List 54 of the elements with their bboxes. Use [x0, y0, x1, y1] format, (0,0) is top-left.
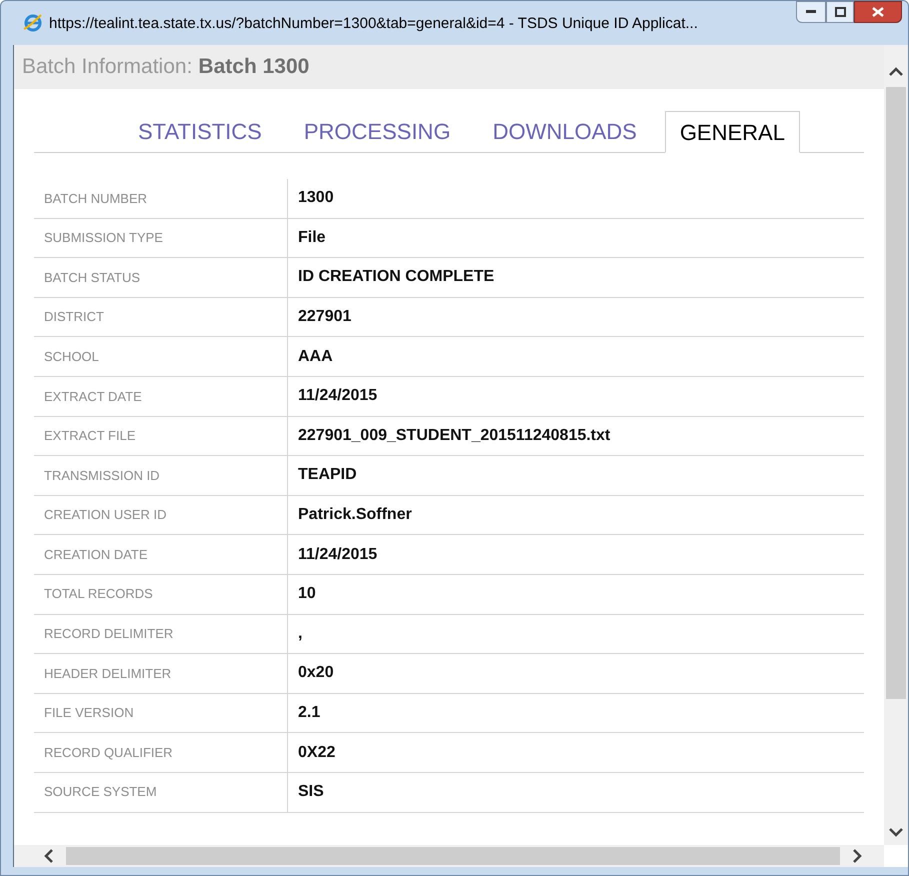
- field-value: Patrick.Soffner: [297, 505, 412, 526]
- field-label: BATCH NUMBER: [34, 179, 288, 218]
- scroll-down-icon[interactable]: [889, 827, 903, 837]
- vertical-scrollbar[interactable]: [884, 45, 908, 845]
- maximize-button[interactable]: [826, 1, 854, 23]
- browser-icon: [23, 13, 43, 33]
- field-label: BATCH STATUS: [34, 258, 288, 297]
- tab[interactable]: PROCESSING: [290, 110, 465, 152]
- field-value: 0x20: [297, 663, 334, 684]
- field-value: 227901_009_STUDENT_201511240815.txt: [297, 426, 610, 446]
- minimize-button[interactable]: [796, 1, 826, 23]
- field-value: 10: [297, 584, 316, 604]
- tab[interactable]: DOWNLOADS: [478, 110, 651, 152]
- field-label: SCHOOL: [34, 337, 288, 376]
- field-value: ,: [297, 624, 302, 644]
- tab[interactable]: GENERAL: [664, 111, 800, 153]
- scroll-thumb[interactable]: [886, 87, 906, 699]
- field-value: AAA: [297, 346, 333, 367]
- scroll-left-icon[interactable]: [44, 849, 54, 863]
- field-value: ID CREATION COMPLETE: [297, 267, 494, 288]
- field-value: SIS: [297, 782, 324, 802]
- field-value: 1300: [297, 188, 334, 208]
- close-icon: [872, 7, 884, 17]
- field-value: File: [297, 228, 326, 248]
- scroll-thumb[interactable]: [66, 847, 840, 865]
- field-value: 2.1: [297, 703, 320, 724]
- horizontal-scrollbar[interactable]: [14, 845, 884, 867]
- maximize-icon: [834, 7, 846, 17]
- header-label: Batch Information:: [22, 54, 192, 80]
- field-value: 0X22: [297, 742, 336, 763]
- field-label: FILE VERSION: [34, 694, 288, 732]
- field-label: EXTRACT FILE: [34, 416, 288, 456]
- field-label: CREATION DATE: [34, 535, 288, 574]
- field-label: RECORD DELIMITER: [34, 614, 288, 654]
- scroll-right-icon[interactable]: [852, 849, 862, 863]
- field-label: SOURCE SYSTEM: [34, 772, 288, 812]
- tab[interactable]: STATISTICS: [124, 110, 276, 152]
- field-value: 11/24/2015: [297, 544, 378, 565]
- batch-title: Batch 1300: [198, 54, 310, 80]
- field-label: TRANSMISSION ID: [34, 456, 288, 495]
- close-button[interactable]: [854, 1, 902, 23]
- field-label: RECORD QUALIFIER: [34, 733, 288, 772]
- field-label: HEADER DELIMITER: [34, 654, 288, 693]
- scroll-up-icon[interactable]: [889, 67, 903, 77]
- field-label: DISTRICT: [34, 298, 288, 336]
- field-value: 227901: [297, 307, 352, 328]
- field-label: CREATION USER ID: [34, 496, 288, 534]
- field-label: SUBMISSION TYPE: [34, 218, 288, 258]
- window-title: https://tealint.tea.state.tx.us/?batchNumber=1300&tab=general&id=4 - TSDS Unique ID Applicat...: [49, 14, 698, 34]
- field-value: TEAPID: [297, 465, 357, 486]
- field-label: TOTAL RECORDS: [34, 574, 288, 614]
- field-value: 11/24/2015: [297, 386, 378, 406]
- minimize-icon: [806, 10, 816, 14]
- field-label: EXTRACT DATE: [34, 376, 288, 416]
